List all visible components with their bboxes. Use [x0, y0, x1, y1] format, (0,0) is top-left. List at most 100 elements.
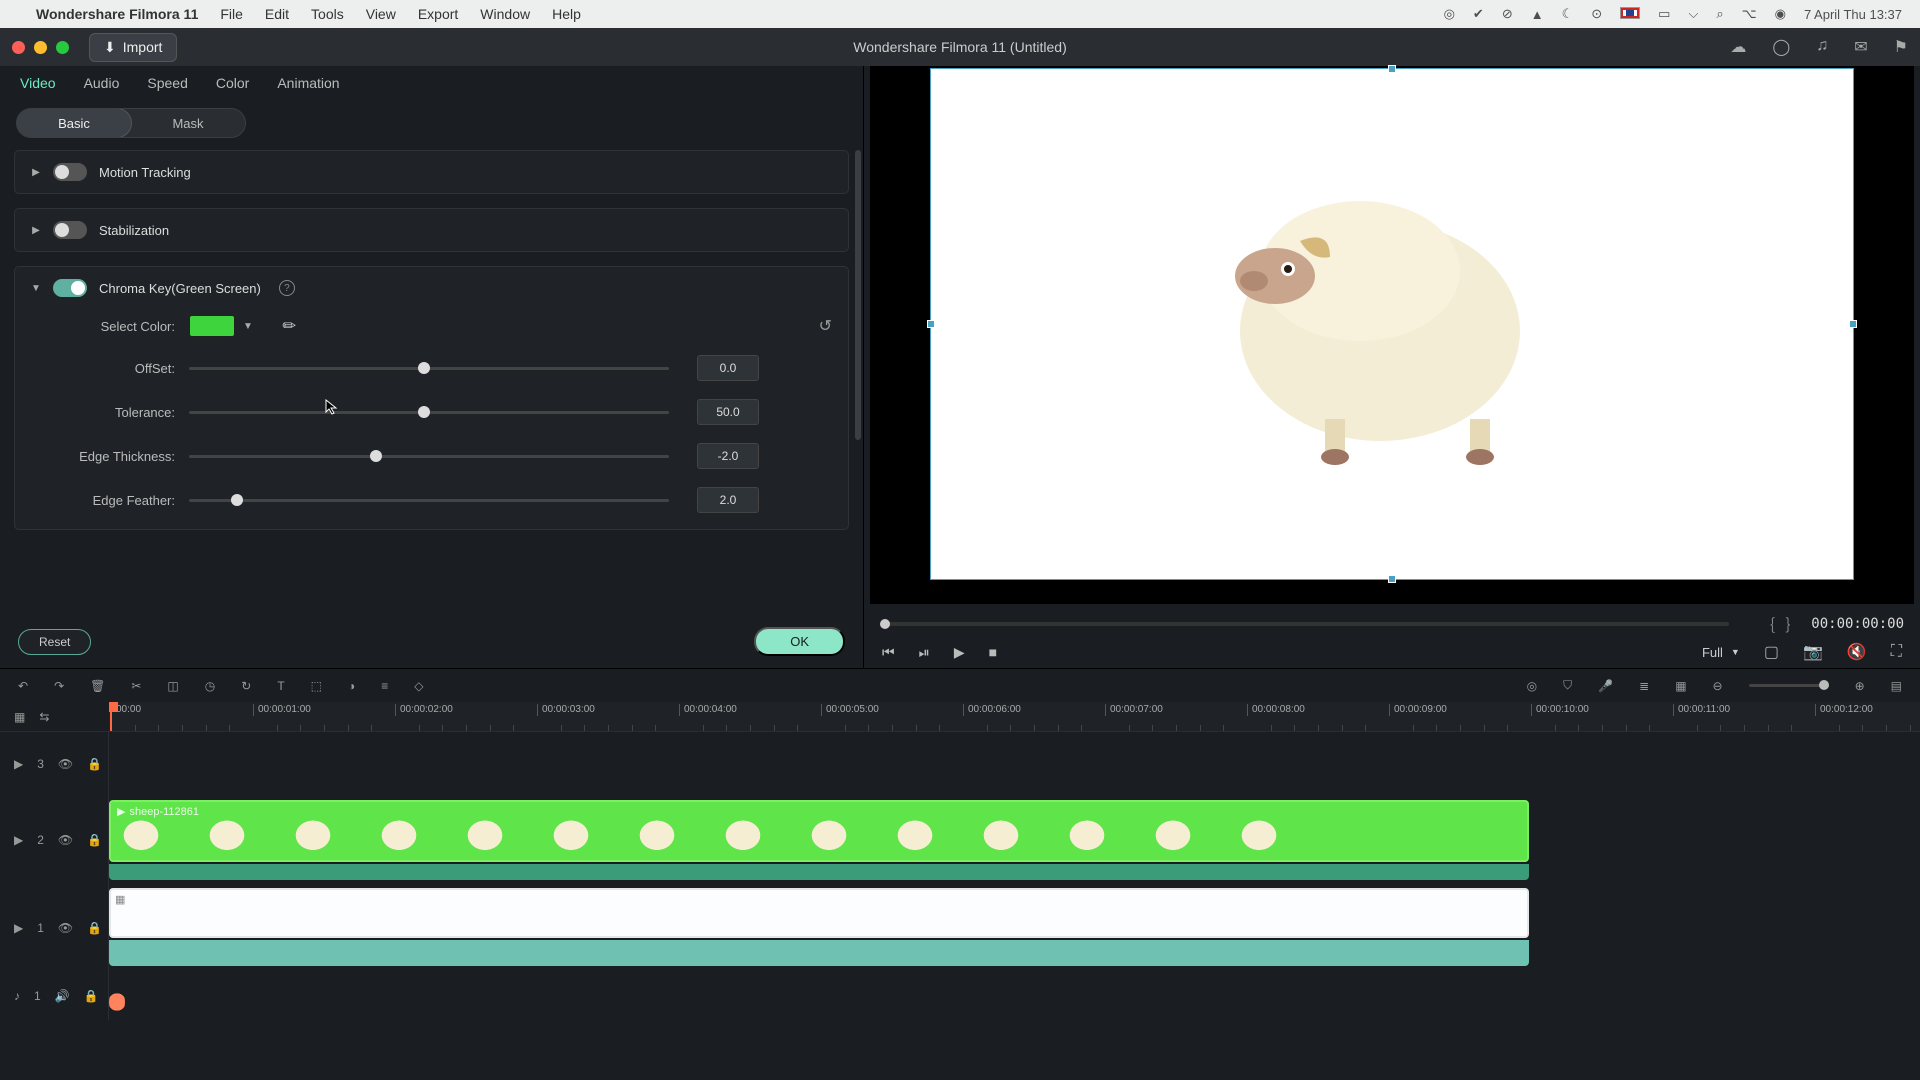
undo-icon[interactable]: ↶ [18, 679, 28, 693]
grid-icon[interactable]: ▦ [1675, 679, 1686, 693]
shield-icon[interactable]: ⛉ [1563, 678, 1572, 693]
loop-icon[interactable]: ↻ [241, 679, 251, 693]
notify-icon[interactable]: ⚑ [1894, 37, 1908, 57]
motion-tracking-toggle[interactable] [53, 163, 87, 181]
reset-button[interactable]: Reset [18, 629, 91, 655]
lock-icon[interactable]: 🔒 [87, 921, 102, 935]
play-button[interactable]: ▶ [954, 644, 965, 661]
delete-icon[interactable]: 🗑 [90, 679, 105, 693]
resize-handle[interactable] [927, 320, 935, 328]
message-icon[interactable]: ✉ [1854, 37, 1867, 57]
timeline-clip[interactable]: ▶sheep-112861 [109, 800, 1529, 862]
menu-file[interactable]: File [220, 6, 243, 22]
menu-window[interactable]: Window [480, 6, 530, 22]
chevron-down-icon[interactable]: ▼ [243, 321, 255, 332]
chroma-key-toggle[interactable] [53, 279, 87, 297]
wifi-icon[interactable]: ⌵ [1688, 6, 1698, 22]
timeline-clip[interactable]: ▦ [109, 888, 1529, 938]
zoom-slider[interactable] [1749, 684, 1829, 687]
account-icon[interactable]: ◯ [1772, 37, 1790, 57]
status-icon[interactable]: ▲ [1531, 7, 1544, 22]
prev-frame-button[interactable]: ⏮ [882, 644, 895, 661]
flag-icon[interactable] [1620, 7, 1640, 22]
offset-value[interactable]: 0.0 [697, 355, 759, 381]
status-icon[interactable]: ✔ [1473, 6, 1484, 22]
cloud-icon[interactable]: ☁ [1730, 37, 1746, 57]
mute-icon[interactable]: 🔇 [1847, 642, 1867, 662]
target-icon[interactable]: ◎ [1527, 679, 1537, 693]
section-motion-tracking[interactable]: ▶ Motion Tracking [14, 150, 849, 194]
color-icon[interactable]: ◑ [348, 679, 355, 693]
tab-audio[interactable]: Audio [84, 75, 120, 91]
mixer-icon[interactable]: ≣ [1639, 679, 1649, 693]
menu-tools[interactable]: Tools [311, 6, 344, 22]
subtab-mask[interactable]: Mask [131, 109, 245, 137]
redo-icon[interactable]: ↷ [54, 679, 64, 693]
siri-icon[interactable]: ◉ [1775, 6, 1786, 22]
lock-icon[interactable]: 🔒 [87, 833, 102, 847]
tolerance-slider[interactable] [189, 411, 669, 414]
snapshot-icon[interactable]: 📷 [1803, 642, 1823, 662]
tolerance-value[interactable]: 50.0 [697, 399, 759, 425]
stabilization-toggle[interactable] [53, 221, 87, 239]
search-icon[interactable]: ⌕ [1716, 6, 1723, 22]
resize-handle[interactable] [1388, 65, 1396, 73]
subtab-basic[interactable]: Basic [16, 108, 132, 138]
media-icon[interactable]: ▦ [14, 710, 25, 724]
eye-icon[interactable]: 👁 [58, 833, 73, 847]
cut-icon[interactable]: ✂ [131, 679, 141, 693]
reset-icon[interactable]: ↺ [819, 316, 832, 336]
maximize-icon[interactable] [56, 41, 69, 54]
resize-handle[interactable] [1849, 320, 1857, 328]
moon-icon[interactable]: ☾ [1562, 6, 1574, 22]
lock-icon[interactable]: 🔒 [84, 989, 99, 1003]
display-icon[interactable]: ▢ [1764, 642, 1779, 662]
eye-icon[interactable]: 👁 [58, 921, 73, 935]
mic-icon[interactable]: 🎤 [1598, 679, 1613, 693]
import-button[interactable]: ⬇ Import [89, 33, 177, 62]
stop-button[interactable]: ■ [989, 644, 997, 660]
edge-thickness-slider[interactable] [189, 455, 669, 458]
chevron-down-icon[interactable]: ▼ [31, 283, 41, 294]
audio-blob[interactable] [109, 990, 125, 1014]
eye-icon[interactable]: 👁 [58, 757, 73, 771]
battery-icon[interactable]: ▭ [1658, 6, 1670, 22]
chevron-right-icon[interactable]: ▶ [31, 225, 41, 236]
playhead[interactable] [110, 702, 112, 731]
scale-dropdown[interactable]: Full▼ [1702, 645, 1740, 660]
menu-export[interactable]: Export [418, 6, 458, 22]
lock-icon[interactable]: 🔒 [87, 757, 102, 771]
close-icon[interactable] [12, 41, 25, 54]
preview-viewport[interactable] [870, 66, 1914, 604]
tab-video[interactable]: Video [20, 75, 56, 91]
resize-handle[interactable] [1388, 575, 1396, 583]
edge-feather-slider[interactable] [189, 499, 669, 502]
timeline-ruler[interactable]: 00:0000:00:01:0000:00:02:0000:00:03:0000… [109, 702, 1920, 731]
adjust-icon[interactable]: ≡ [381, 679, 388, 693]
keyframe-icon[interactable]: ◇ [414, 679, 423, 693]
preview-scrubber[interactable] [880, 622, 1729, 626]
zoom-in-icon[interactable]: ⊕ [1855, 679, 1865, 693]
marker-icon[interactable]: ⬚ [311, 679, 322, 693]
edge-feather-value[interactable]: 2.0 [697, 487, 759, 513]
section-stabilization[interactable]: ▶ Stabilization [14, 208, 849, 252]
text-icon[interactable]: T [277, 679, 284, 693]
mark-out-icon[interactable]: ｝ [1785, 612, 1801, 636]
link-icon[interactable]: ⇆ [39, 710, 49, 724]
color-swatch[interactable] [189, 315, 235, 337]
tab-color[interactable]: Color [216, 75, 249, 91]
menu-view[interactable]: View [366, 6, 396, 22]
menu-help[interactable]: Help [552, 6, 581, 22]
tab-animation[interactable]: Animation [277, 75, 339, 91]
status-icon[interactable]: ◎ [1444, 6, 1455, 22]
menu-edit[interactable]: Edit [265, 6, 289, 22]
preview-canvas[interactable] [930, 68, 1854, 580]
status-icon[interactable]: ⊙ [1591, 6, 1602, 22]
play-pause-button[interactable]: ⏯ [919, 644, 930, 661]
control-center-icon[interactable]: ⌥ [1742, 6, 1757, 22]
headphone-icon[interactable]: ♫ [1816, 37, 1828, 57]
clock[interactable]: 7 April Thu 13:37 [1804, 7, 1902, 22]
fit-icon[interactable]: ▤ [1891, 679, 1902, 693]
fullscreen-icon[interactable]: ⛶ [1891, 643, 1902, 661]
chevron-right-icon[interactable]: ▶ [31, 167, 41, 178]
